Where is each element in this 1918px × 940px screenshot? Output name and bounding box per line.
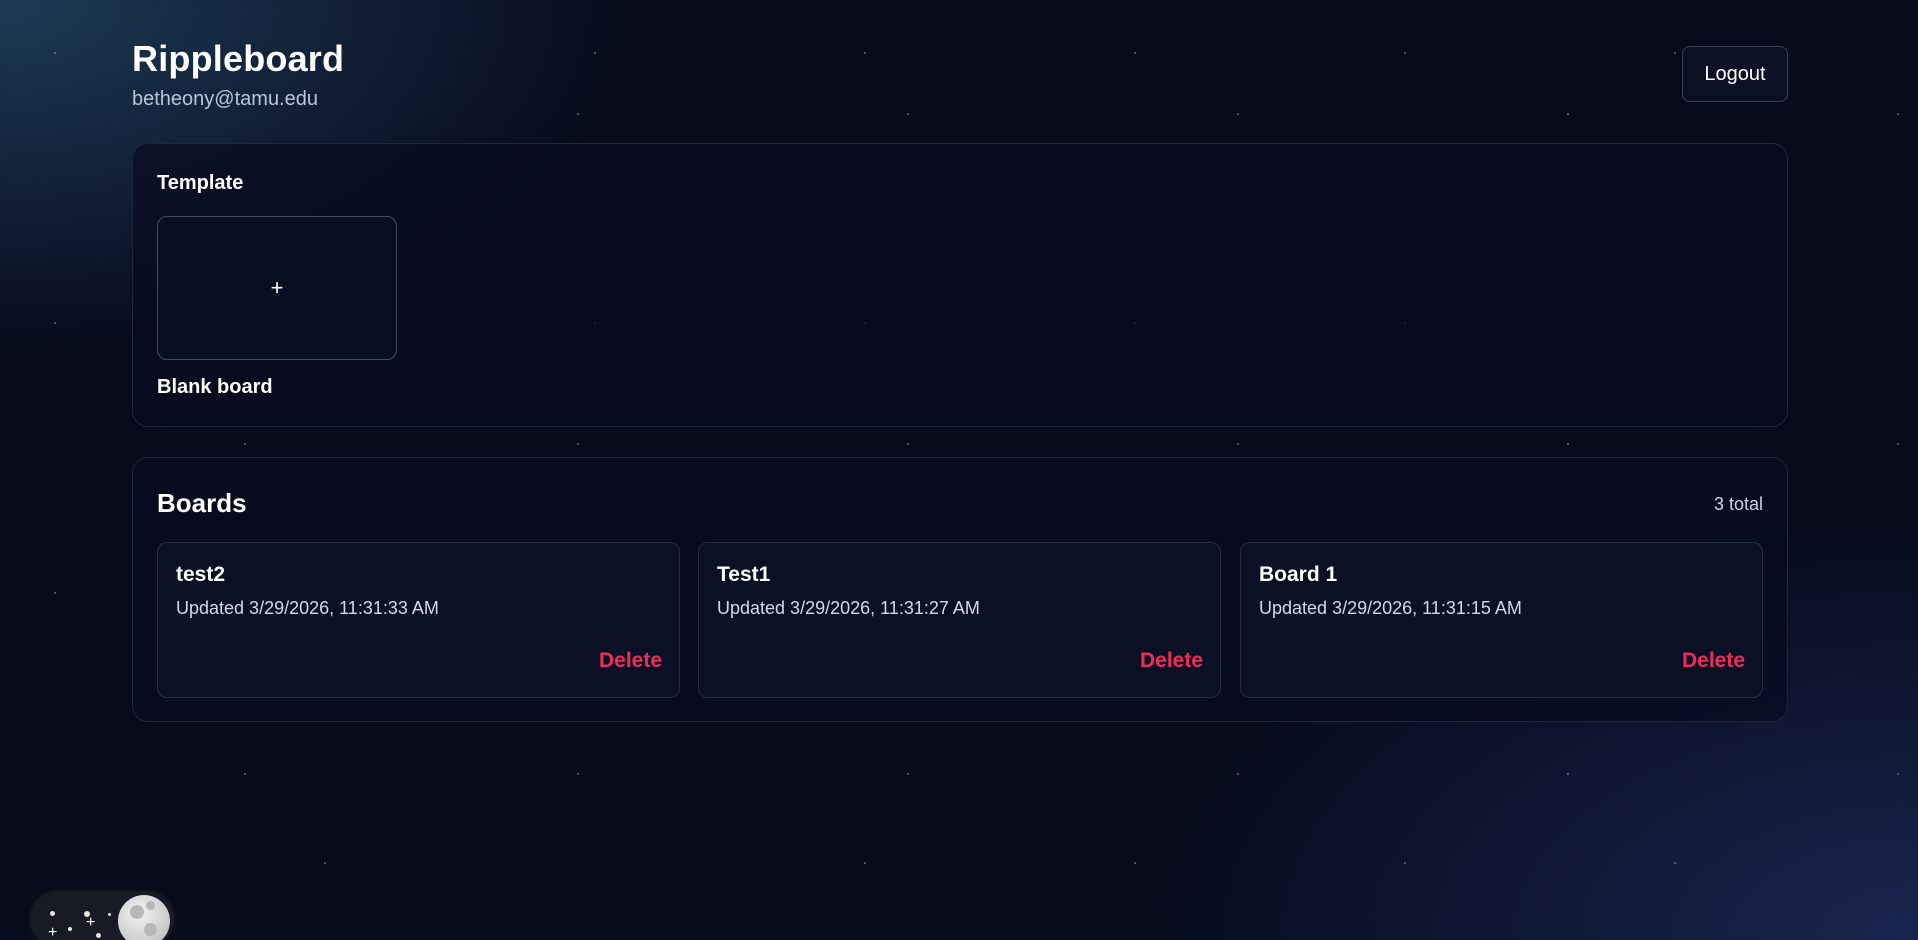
sparkle-icon: + (48, 924, 58, 940)
template-section-label: Template (157, 172, 244, 194)
board-updated-timestamp: Updated 3/29/2026, 11:31:15 AM (1259, 598, 1522, 618)
logout-button[interactable]: Logout (1682, 46, 1788, 102)
board-card[interactable]: Board 1 Updated 3/29/2026, 11:31:15 AM D… (1240, 542, 1763, 698)
delete-board-button[interactable]: Delete (1682, 649, 1745, 673)
star-dot (68, 927, 72, 931)
boards-count: 3 total (1713, 494, 1763, 514)
board-updated-timestamp: Updated 3/29/2026, 11:31:33 AM (176, 598, 439, 618)
star-dot (50, 911, 55, 916)
delete-board-button[interactable]: Delete (599, 649, 662, 673)
star-dot (96, 933, 101, 938)
theme-toggle[interactable]: + + (28, 889, 176, 940)
board-card[interactable]: Test1 Updated 3/29/2026, 11:31:27 AM Del… (698, 542, 1221, 698)
board-updated-timestamp: Updated 3/29/2026, 11:31:27 AM (717, 598, 980, 618)
user-email: betheony@tamu.edu (132, 88, 318, 110)
board-name: Test1 (717, 563, 771, 586)
star-dot (108, 913, 111, 916)
template-panel: Template + Blank board (132, 143, 1788, 427)
board-name: test2 (176, 563, 226, 586)
blank-board-label[interactable]: Blank board (157, 376, 273, 399)
app-title: Rippleboard (132, 38, 345, 79)
sparkle-icon: + (86, 914, 96, 931)
board-name: Board 1 (1259, 563, 1338, 586)
moon-icon (118, 895, 170, 940)
delete-board-button[interactable]: Delete (1140, 649, 1203, 673)
plus-icon: + (270, 275, 284, 300)
app-header: Rippleboard betheony@tamu.edu Logout (132, 38, 1788, 110)
board-card[interactable]: test2 Updated 3/29/2026, 11:31:33 AM Del… (157, 542, 680, 698)
blank-board-tile[interactable]: + (157, 216, 397, 360)
boards-section-title: Boards (157, 488, 247, 518)
boards-panel: Boards 3 total test2 Updated 3/29/2026, … (132, 457, 1788, 722)
